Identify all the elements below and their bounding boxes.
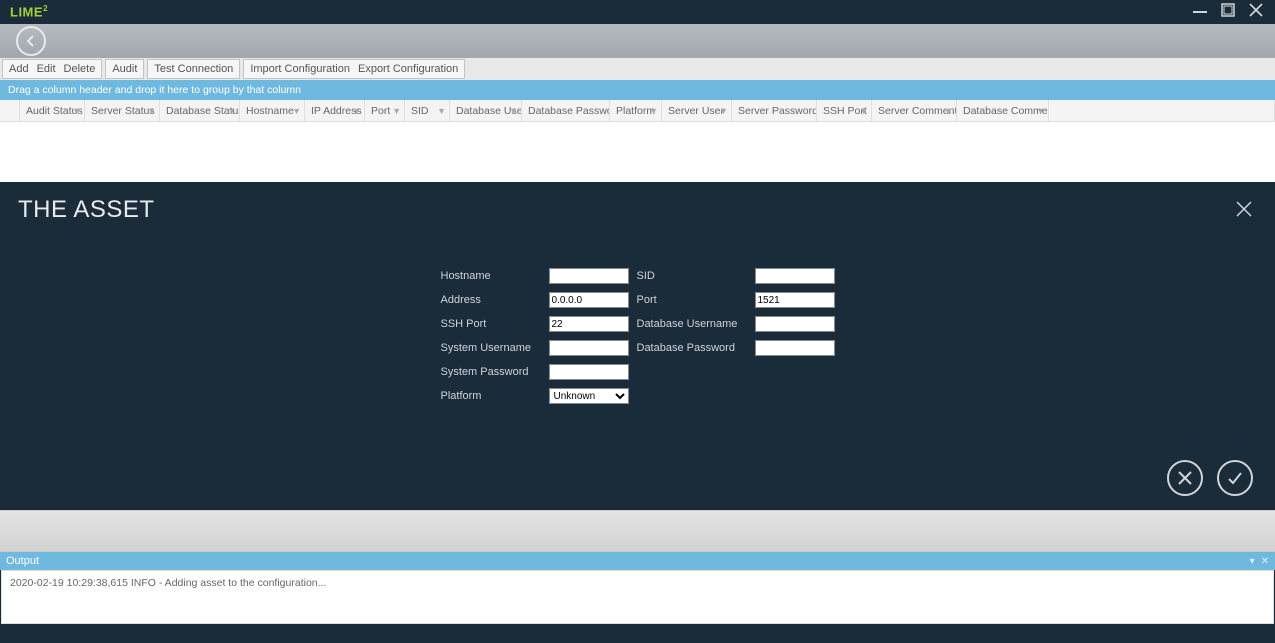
title-bar: LIME2 <box>0 0 1275 24</box>
col-platform[interactable]: Platform▼ <box>610 100 662 121</box>
col-sid[interactable]: SID▼ <box>405 100 450 121</box>
filter-icon[interactable]: ▼ <box>437 106 446 116</box>
sshport-label: SSH Port <box>441 316 541 332</box>
sysuser-input[interactable] <box>549 340 629 356</box>
toolbar-group-audit: Audit <box>105 59 144 79</box>
app-window: LIME2 Add Edit Delete Audit Test Connect <box>0 0 1275 643</box>
maximize-icon[interactable] <box>1221 3 1235 21</box>
sysuser-label: System Username <box>441 340 541 356</box>
port-input[interactable] <box>755 292 835 308</box>
syspass-input[interactable] <box>549 364 629 380</box>
edit-button[interactable]: Edit <box>37 63 56 75</box>
filter-icon[interactable]: ▼ <box>392 106 401 116</box>
sid-label: SID <box>637 268 747 284</box>
col-server-comment[interactable]: Server Comment▼ <box>872 100 957 121</box>
output-pin-icon[interactable]: ▾ <box>1250 556 1255 567</box>
filter-icon[interactable]: ▼ <box>649 106 658 116</box>
output-header: Output ▾ ✕ <box>0 552 1275 570</box>
col-filler <box>1049 100 1275 121</box>
form-title: THE ASSET <box>18 196 155 224</box>
export-config-button[interactable]: Export Configuration <box>358 63 458 75</box>
col-database-user[interactable]: Database User▼ <box>450 100 522 121</box>
asset-form: Hostname SID Address Port SSH Port Datab… <box>0 230 1275 432</box>
dbuser-input[interactable] <box>755 316 835 332</box>
separator <box>0 510 1275 552</box>
syspass-label: System Password <box>441 364 541 380</box>
filter-icon[interactable]: ▼ <box>147 106 156 116</box>
app-logo: LIME2 <box>4 4 48 19</box>
close-icon[interactable] <box>1249 3 1263 21</box>
group-by-bar[interactable]: Drag a column header and drop it here to… <box>0 80 1275 100</box>
asset-form-panel: THE ASSET Hostname SID Address Port <box>0 182 1275 510</box>
grid-column-headers: Audit Status▼ Server Status▼ Database St… <box>0 100 1275 122</box>
platform-select[interactable]: Unknown <box>549 388 629 404</box>
col-selector[interactable] <box>0 100 20 121</box>
filter-icon[interactable]: ▼ <box>944 106 953 116</box>
filter-icon[interactable]: ▼ <box>509 106 518 116</box>
grid-body <box>0 122 1275 182</box>
logo-text: LIME <box>10 5 43 20</box>
confirm-button[interactable] <box>1217 460 1253 496</box>
filter-icon[interactable]: ▼ <box>352 106 361 116</box>
add-button[interactable]: Add <box>9 63 29 75</box>
filter-icon[interactable]: ▼ <box>292 106 301 116</box>
cancel-button[interactable] <box>1167 460 1203 496</box>
output-close-icon[interactable]: ✕ <box>1261 556 1269 567</box>
hostname-label: Hostname <box>441 268 541 284</box>
port-label: Port <box>637 292 747 308</box>
nav-header <box>0 24 1275 58</box>
filter-icon[interactable]: ▼ <box>719 106 728 116</box>
sid-input[interactable] <box>755 268 835 284</box>
test-connection-button[interactable]: Test Connection <box>154 63 233 75</box>
toolbar-group-test: Test Connection <box>147 59 240 79</box>
col-hostname[interactable]: Hostname▼ <box>240 100 305 121</box>
delete-button[interactable]: Delete <box>64 63 96 75</box>
import-config-button[interactable]: Import Configuration <box>250 63 350 75</box>
toolbar-group-config: Import Configuration Export Configuratio… <box>243 59 465 79</box>
window-controls <box>1193 3 1271 21</box>
col-server-password[interactable]: Server Password <box>732 100 817 121</box>
filter-icon[interactable]: ▼ <box>227 106 236 116</box>
col-ip-address[interactable]: IP Address▼ <box>305 100 365 121</box>
dbpass-input[interactable] <box>755 340 835 356</box>
col-server-status[interactable]: Server Status▼ <box>85 100 160 121</box>
col-audit-status[interactable]: Audit Status▼ <box>20 100 85 121</box>
address-label: Address <box>441 292 541 308</box>
back-button[interactable] <box>16 26 46 56</box>
filter-icon[interactable]: ▼ <box>1036 106 1045 116</box>
filter-icon[interactable]: ▼ <box>72 106 81 116</box>
output-title: Output <box>6 555 39 567</box>
minimize-icon[interactable] <box>1193 3 1207 21</box>
col-server-user[interactable]: Server User▼ <box>662 100 732 121</box>
dbuser-label: Database Username <box>637 316 747 332</box>
col-database-status[interactable]: Database Status▼ <box>160 100 240 121</box>
sshport-input[interactable] <box>549 316 629 332</box>
address-input[interactable] <box>549 292 629 308</box>
col-port[interactable]: Port▼ <box>365 100 405 121</box>
output-log: 2020-02-19 10:29:38,615 INFO - Adding as… <box>1 570 1274 624</box>
filter-icon[interactable]: ▼ <box>859 106 868 116</box>
audit-button[interactable]: Audit <box>112 63 137 75</box>
hostname-input[interactable] <box>549 268 629 284</box>
platform-label: Platform <box>441 388 541 404</box>
col-database-password[interactable]: Database Password <box>522 100 610 121</box>
col-database-comment[interactable]: Database Comment▼ <box>957 100 1049 121</box>
form-close-button[interactable] <box>1235 200 1253 221</box>
col-ssh-port[interactable]: SSH Port▼ <box>817 100 872 121</box>
toolbar: Add Edit Delete Audit Test Connection Im… <box>0 58 1275 80</box>
form-actions <box>0 432 1275 510</box>
toolbar-group-crud: Add Edit Delete <box>2 59 102 79</box>
logo-sup: 2 <box>43 4 48 13</box>
dbpass-label: Database Password <box>637 340 747 356</box>
